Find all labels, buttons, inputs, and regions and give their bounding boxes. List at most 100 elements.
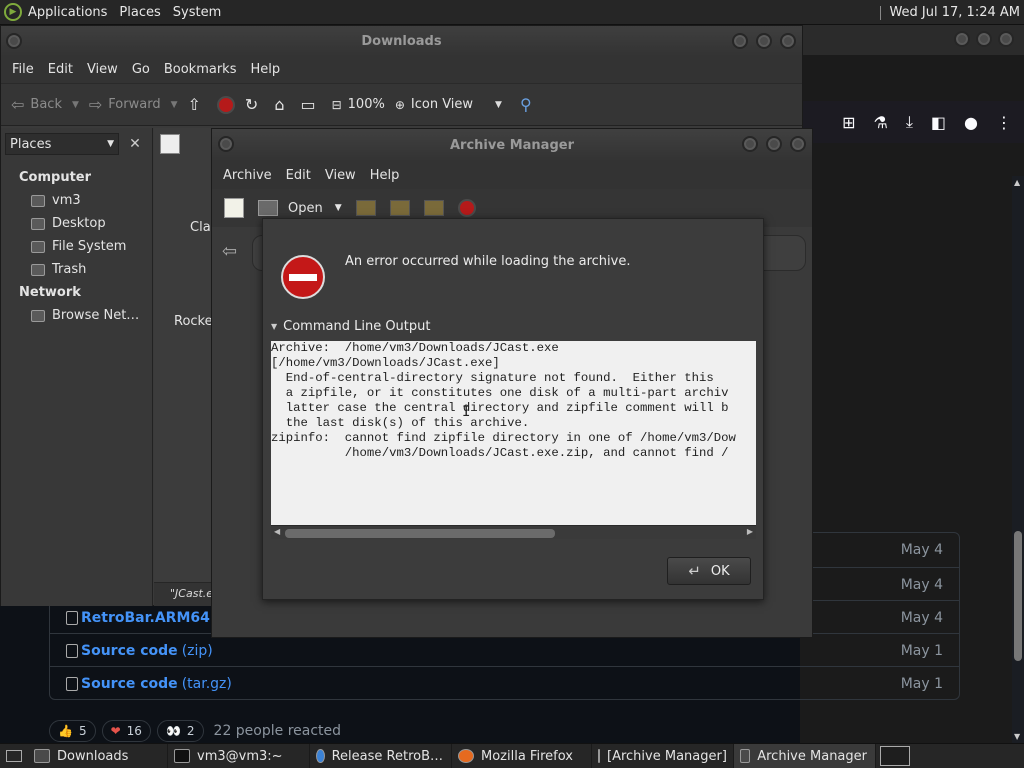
terminal-icon [174,749,190,763]
show-desktop-button[interactable] [0,744,28,768]
sidebar-places-select[interactable]: Places ▼ [5,133,119,155]
taskbar: Downloads vm3@vm3:~ Release RetroB… Mozi… [0,743,1024,768]
file-label[interactable]: Rocke [174,314,213,329]
download-icon[interactable]: ⤓ [906,112,913,132]
close-button[interactable] [998,31,1014,47]
computer-button[interactable]: ▭ [300,95,321,114]
maximize-button[interactable] [756,33,772,49]
output-line: End-of-central-directory signature not f… [271,371,714,385]
task-terminal[interactable]: vm3@vm3:~ [168,744,310,768]
back-button[interactable]: ⇦ Back ▼ [11,95,79,114]
menu-help[interactable]: Help [363,168,407,183]
reaction-thumbs-up[interactable]: 👍 5 [49,720,96,742]
menu-file[interactable]: File [5,62,41,77]
search-button[interactable]: ⚲ [520,95,538,114]
task-archive-manager-1[interactable]: [Archive Manager] [592,744,734,768]
window-menu-button[interactable] [218,136,234,152]
up-button[interactable]: ⇧ [188,95,207,114]
page-scrollbar[interactable]: ▲ ▼ [1012,176,1024,743]
zoom-in-icon: ⊕ [394,97,405,112]
extensions-icon[interactable]: ⊞ [842,113,855,132]
chevron-down-icon: ▼ [334,203,342,213]
sidebar-item-desktop[interactable]: Desktop [1,212,152,235]
stop-icon[interactable] [457,199,476,217]
sidebar-item-file-system[interactable]: File System [1,235,152,258]
notes-icon[interactable] [160,134,180,154]
flask-icon[interactable]: ⚗ [873,113,887,132]
window-titlebar[interactable]: Archive Manager [212,129,812,161]
asset-row[interactable]: Source code (zip) May 1 [50,633,959,667]
new-archive-icon[interactable] [224,198,244,218]
minimize-button[interactable] [742,136,758,152]
open-button[interactable]: Open ▼ [258,200,342,216]
menu-view[interactable]: View [318,168,363,183]
command-output-expander[interactable]: ▼ Command Line Output [271,319,431,334]
horizontal-scrollbar[interactable]: ◀ ▶ [271,525,756,539]
home-button[interactable]: ⌂ [274,95,290,114]
scrollbar-thumb[interactable] [1014,531,1022,661]
forward-button[interactable]: ⇨ Forward ▼ [89,95,178,114]
add-folder-icon[interactable] [423,200,444,216]
scrollbar-thumb[interactable] [285,529,555,538]
minimize-button[interactable] [732,33,748,49]
window-menu-button[interactable] [6,33,22,49]
file-label[interactable]: Cla [190,220,211,235]
command-output-text[interactable]: Archive: /home/vm3/Downloads/JCast.exe [… [271,341,756,525]
error-dialog: An error occurred while loading the arch… [262,218,764,600]
sidebar-item-browse-network[interactable]: Browse Net… [1,304,152,327]
asset-date: May 4 [900,609,943,626]
asset-link[interactable]: Source code (tar.gz) [66,676,232,692]
sidebar-icon[interactable]: ◧ [931,113,946,132]
menu-places[interactable]: Places [115,0,168,25]
maximize-button[interactable] [766,136,782,152]
task-chrome[interactable]: Release RetroB… [310,744,452,768]
reload-icon: ↻ [244,95,259,114]
menu-edit[interactable]: Edit [279,168,318,183]
open-folder-icon [258,200,278,216]
sidebar-item-vm3[interactable]: vm3 [1,189,152,212]
extract-icon[interactable] [355,200,376,216]
sidebar-item-trash[interactable]: Trash [1,258,152,281]
account-icon[interactable]: ● [964,113,978,132]
menu-bookmarks[interactable]: Bookmarks [157,62,244,77]
menu-icon[interactable]: ⋮ [996,113,1012,132]
task-archive-manager-2[interactable]: Archive Manager [734,744,876,768]
asset-link[interactable]: Source code (zip) [66,643,213,659]
clock[interactable]: Wed Jul 17, 1:24 AM [880,0,1020,25]
stop-button[interactable] [216,95,235,114]
window-titlebar[interactable]: Downloads [1,26,802,56]
menu-view[interactable]: View [80,62,125,77]
archive-icon [598,749,600,763]
close-button[interactable] [790,136,806,152]
task-downloads[interactable]: Downloads [28,744,168,768]
menu-help[interactable]: Help [243,62,287,77]
drive-icon [31,240,45,253]
close-icon[interactable]: ✕ [125,134,145,154]
menu-applications[interactable]: ▶ Applications [0,0,115,25]
menu-edit[interactable]: Edit [41,62,80,77]
back-arrow-icon[interactable]: ⇦ [222,241,237,262]
maximize-button[interactable] [976,31,992,47]
reload-button[interactable]: ↻ [245,95,264,114]
heart-icon: ❤ [110,724,121,738]
add-files-icon[interactable] [389,200,410,216]
scroll-down-icon[interactable]: ▼ [1014,732,1020,741]
reaction-eyes[interactable]: 👀 2 [156,720,204,742]
minimize-button[interactable] [954,31,970,47]
scroll-left-icon[interactable]: ◀ [274,527,280,536]
ok-button[interactable]: ↵ OK [667,557,751,585]
menu-system[interactable]: System [169,0,229,25]
zoom-out-icon: ⊟ [331,97,342,112]
menu-archive[interactable]: Archive [216,168,279,183]
view-mode-select[interactable]: ⊕ Icon View ▼ [395,97,502,112]
workspace-switcher[interactable] [880,746,910,766]
reaction-heart[interactable]: ❤ 16 [101,720,151,742]
scroll-up-icon[interactable]: ▲ [1014,178,1020,187]
asset-row[interactable]: Source code (tar.gz) May 1 [50,666,959,700]
task-firefox[interactable]: Mozilla Firefox [452,744,592,768]
close-button[interactable] [780,33,796,49]
scroll-right-icon[interactable]: ▶ [747,527,753,536]
forward-arrow-icon: ⇨ [88,95,103,114]
zoom-out-button[interactable]: ⊟ 100% [332,97,385,112]
menu-go[interactable]: Go [125,62,157,77]
